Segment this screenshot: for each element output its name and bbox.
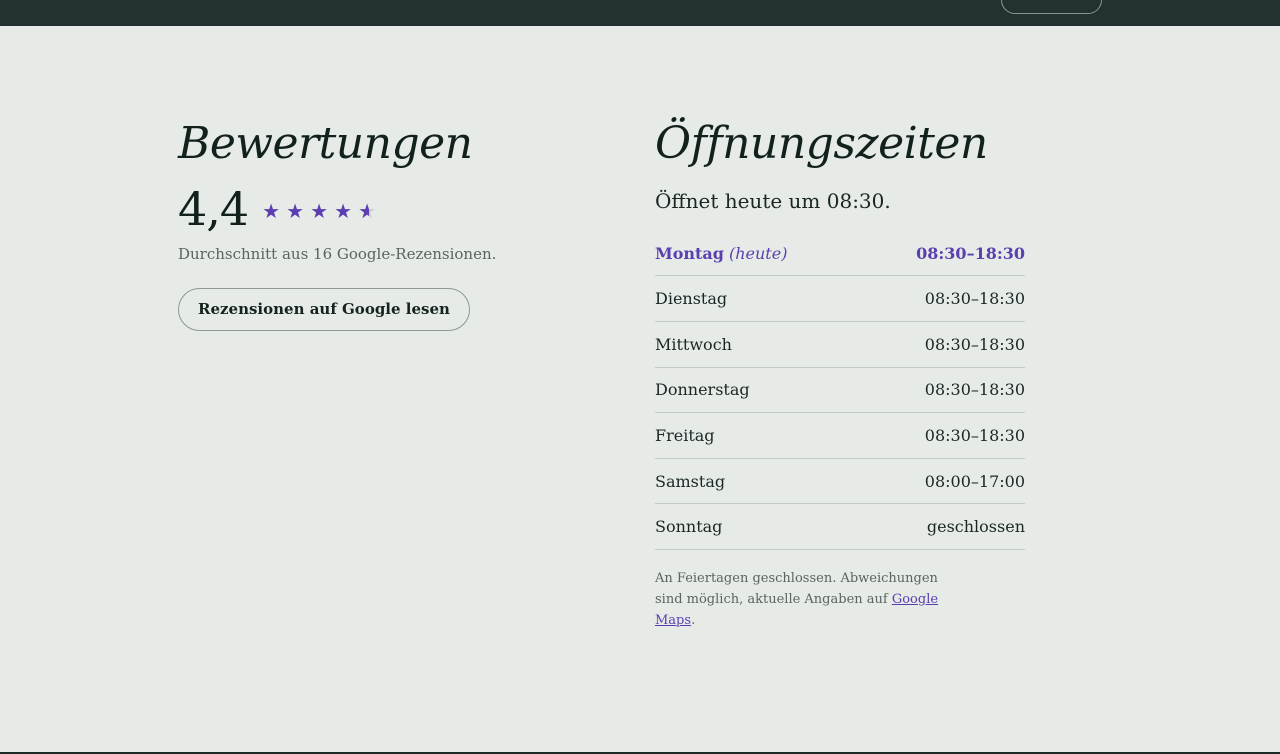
star-rating: ★ ★ ★ ★ ★ ★ [262,199,382,223]
hours-row: Dienstag 08:30–18:30 [655,276,1025,322]
day-label: Montag (heute) [655,244,787,263]
hours-table: Montag (heute) 08:30–18:30 Dienstag 08:30–18… [655,231,1025,550]
nav-button[interactable] [1001,0,1102,14]
hours-row: Donnerstag 08:30–18:30 [655,368,1025,414]
day-hours: 08:30–18:30 [924,380,1025,400]
day-name: Mittwoch [655,334,732,354]
day-label: Sonntag [655,517,722,536]
day-label: Donnerstag [655,380,750,399]
hours-row: Montag (heute) 08:30–18:30 [655,231,1025,277]
day-name: Dienstag [655,289,728,309]
day-name: Donnerstag [655,380,750,400]
rating-subtitle: Durchschnitt aus 16 Google-Rezensionen. [178,244,497,263]
read-google-reviews-button[interactable]: Rezensionen auf Google lesen [178,287,470,331]
day-hours: 08:30–18:30 [924,425,1025,445]
hours-row: Samstag 08:00–17:00 [655,459,1025,505]
hours-row: Sonntag geschlossen [655,504,1025,550]
star-icon: ★ [334,198,353,223]
open-today-status: Öffnet heute um 08:30. [655,188,891,213]
hours-footnote: An Feiertagen geschlossen. Abweichungen … [655,568,955,631]
opening-hours-title: Öffnungszeiten [655,118,988,169]
star-icon: ★ ★ [358,198,377,223]
day-hours: 08:30–18:30 [924,334,1025,354]
day-label: Dienstag [655,289,727,308]
day-label: Samstag [655,472,725,491]
footnote-end: . [691,612,696,628]
day-hours: 08:00–17:00 [924,471,1025,491]
top-navigation-bar [0,0,1280,26]
day-name: Samstag [655,471,726,491]
rating-value: 4,4 [178,181,249,236]
day-name: Montag [655,243,724,263]
day-hours: 08:30–18:30 [916,243,1025,263]
day-label: Freitag [655,426,715,445]
day-hours: geschlossen [926,517,1025,537]
hours-row: Freitag 08:30–18:30 [655,413,1025,459]
star-icon: ★ [310,198,329,223]
reviews-title: Bewertungen [178,118,473,169]
day-label: Mittwoch [655,335,732,354]
hours-row: Mittwoch 08:30–18:30 [655,322,1025,368]
reviews-section: Bewertungen 4,4 ★ ★ ★ ★ ★ ★ Durchschnitt aus … [178,118,598,331]
day-hours: 08:30–18:30 [924,289,1025,309]
star-icon: ★ [262,198,281,223]
day-name: Freitag [655,425,715,445]
star-icon: ★ [286,198,305,223]
rating-row: 4,4 ★ ★ ★ ★ ★ ★ [178,185,598,233]
day-name: Sonntag [655,517,723,537]
today-note: (heute) [728,243,788,263]
opening-hours-section: Öffnungszeiten Öffnet heute um 08:30. Mo… [655,118,1025,631]
